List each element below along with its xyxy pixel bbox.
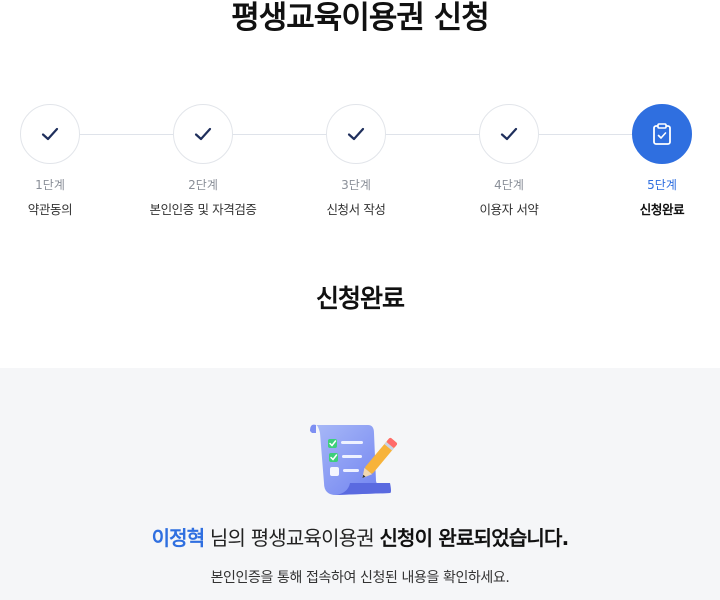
user-name: 이정혁 bbox=[151, 526, 206, 550]
completion-sub-message: 본인인증을 통해 접속하여 신청된 내용을 확인하세요. bbox=[210, 570, 510, 586]
check-icon bbox=[347, 127, 365, 141]
step-1-number: 1단계 bbox=[35, 178, 65, 192]
step-5: 5단계 신청완료 bbox=[577, 104, 720, 218]
section-title: 신청완료 bbox=[315, 284, 405, 313]
step-5-circle bbox=[632, 104, 692, 164]
step-1: 1단계 약관동의 bbox=[0, 104, 135, 218]
message-middle: 님의 평생교육이용권 bbox=[204, 526, 380, 550]
step-2-number: 2단계 bbox=[188, 178, 218, 192]
message-emphasis: 신청이 완료되었습니다. bbox=[379, 526, 569, 550]
clipboard-check-icon bbox=[653, 123, 671, 145]
step-3-circle bbox=[326, 104, 386, 164]
step-4-label: 이용자 서약 bbox=[479, 202, 539, 217]
step-4: 4단계 이용자 서약 bbox=[424, 104, 594, 218]
step-3: 3단계 신청서 작성 bbox=[271, 104, 441, 218]
check-icon bbox=[41, 127, 59, 141]
check-icon bbox=[500, 127, 518, 141]
step-2-circle bbox=[173, 104, 233, 164]
step-2: 2단계 본인인증 및 자격검증 bbox=[118, 104, 288, 218]
step-5-label: 신청완료 bbox=[639, 202, 685, 217]
completion-message: 이정혁 님의 평생교육이용권 신청이 완료되었습니다. bbox=[0, 524, 720, 552]
step-3-number: 3단계 bbox=[341, 178, 371, 192]
page-title: 평생교육이용권 신청 bbox=[231, 0, 489, 36]
step-4-circle bbox=[479, 104, 539, 164]
completion-panel: 이정혁 님의 평생교육이용권 신청이 완료되었습니다. 본인인증을 통해 접속하… bbox=[0, 368, 720, 600]
step-5-number: 5단계 bbox=[647, 178, 677, 192]
check-icon bbox=[194, 127, 212, 141]
step-1-circle bbox=[20, 104, 80, 164]
step-4-number: 4단계 bbox=[494, 178, 524, 192]
step-2-label: 본인인증 및 자격검증 bbox=[149, 202, 257, 217]
step-1-label: 약관동의 bbox=[27, 202, 73, 217]
progress-stepper: 1단계 약관동의 2단계 본인인증 및 자격검증 3단계 신청서 작성 4단계 … bbox=[0, 104, 720, 224]
step-3-label: 신청서 작성 bbox=[326, 202, 386, 217]
document-checklist-pencil-icon bbox=[310, 424, 397, 495]
